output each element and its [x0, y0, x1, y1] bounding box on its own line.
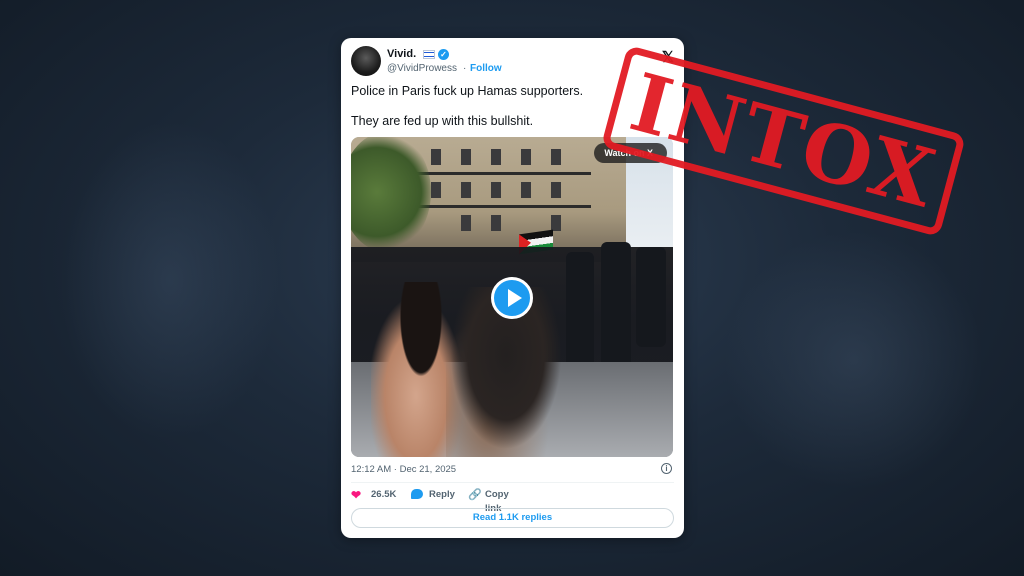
building-window — [521, 182, 531, 198]
heart-icon[interactable]: ❤ — [351, 489, 361, 501]
tweet-text: Police in Paris fuck up Hamas supporters… — [351, 84, 583, 144]
background-blur-right — [724, 230, 984, 490]
reply-icon[interactable] — [411, 489, 423, 499]
building-window — [491, 215, 501, 231]
building-window — [431, 182, 441, 198]
follow-button[interactable]: Follow — [470, 63, 502, 74]
link-icon[interactable]: 🔗 — [468, 489, 482, 501]
video-thumbnail[interactable]: Watch on X — [351, 137, 673, 457]
israel-flag-icon — [423, 50, 435, 59]
building-window — [431, 149, 441, 165]
verified-icon: ✓ — [438, 49, 449, 60]
info-icon[interactable]: i — [661, 463, 672, 474]
divider — [351, 482, 674, 483]
avatar[interactable] — [351, 46, 381, 76]
building-window — [461, 182, 471, 198]
tweet-timestamp[interactable]: 12:12 AM · Dec 21, 2025 — [351, 464, 456, 475]
play-icon[interactable] — [491, 277, 533, 319]
building-window — [551, 182, 561, 198]
separator-dot: · — [463, 63, 467, 74]
display-name[interactable]: Vivid. — [387, 48, 416, 60]
tweet-text-line-2: They are fed up with this bullshit. — [351, 114, 534, 128]
riot-officer — [566, 252, 594, 377]
building-window — [491, 149, 501, 165]
tweet-text-line-1: Police in Paris fuck up Hamas supporters… — [351, 84, 584, 98]
building-window — [461, 149, 471, 165]
user-handle[interactable]: @VividProwess — [387, 63, 457, 74]
building-window — [491, 182, 501, 198]
copy-link-button[interactable]: Copy link — [485, 488, 509, 514]
building-window — [461, 215, 471, 231]
like-count[interactable]: 26.5K — [371, 488, 396, 502]
building-window — [551, 149, 561, 165]
riot-officer — [636, 247, 666, 347]
background-blur-left — [60, 120, 280, 440]
building-window — [521, 149, 531, 165]
read-replies-button[interactable]: Read 1.1K replies — [351, 508, 674, 528]
reply-button[interactable]: Reply — [429, 488, 455, 502]
